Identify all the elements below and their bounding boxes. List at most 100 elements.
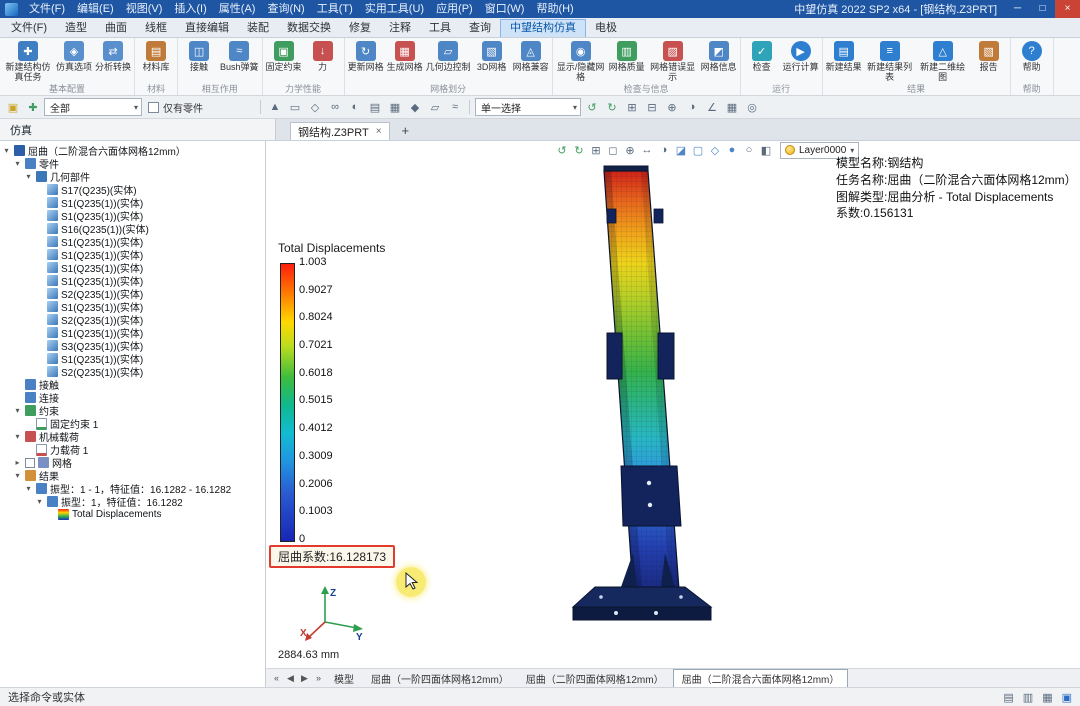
undo-icon[interactable]: ↺ bbox=[583, 99, 601, 115]
view-undo-icon[interactable]: ↺ bbox=[554, 144, 570, 157]
chain-select-icon[interactable]: ∞ bbox=[326, 99, 344, 115]
layer-filter-icon[interactable]: ▤ bbox=[366, 99, 384, 115]
study-tab[interactable]: 屈曲（二阶混合六面体网格12mm） bbox=[673, 669, 849, 688]
first-study-tab-icon[interactable]: « bbox=[270, 673, 283, 683]
tree-row[interactable]: ▾机械载荷 bbox=[0, 430, 265, 443]
ribbon-tab[interactable]: 查询 bbox=[460, 20, 500, 37]
deselect-all-icon[interactable]: ⊟ bbox=[643, 99, 661, 115]
ribbon-button[interactable]: ◩网格信息 bbox=[700, 40, 738, 82]
ribbon-button[interactable]: ◉显示/隐藏网格 bbox=[555, 40, 607, 82]
ribbon-button[interactable]: ▣固定约束 bbox=[265, 40, 303, 82]
close-button[interactable]: × bbox=[1055, 0, 1080, 18]
zoom-in-icon[interactable]: ⊕ bbox=[622, 144, 638, 157]
rotate-view-icon[interactable]: ◑ bbox=[656, 144, 672, 157]
ribbon-button[interactable]: ▶运行计算 bbox=[782, 40, 820, 82]
menu-item[interactable]: 实用工具(U) bbox=[359, 0, 430, 18]
ribbon-button[interactable]: ◬网格兼容 bbox=[512, 40, 550, 82]
app-icon[interactable] bbox=[5, 3, 18, 16]
new-document-tab-button[interactable]: + bbox=[396, 122, 416, 140]
ribbon-button[interactable]: ▨网格错误显示 bbox=[647, 40, 699, 82]
grid-icon[interactable]: ▦ bbox=[723, 99, 741, 115]
ribbon-button[interactable]: ≡新建结果列表 bbox=[864, 40, 916, 82]
zoom-window-icon[interactable]: ◻ bbox=[605, 144, 621, 157]
menu-item[interactable]: 窗口(W) bbox=[479, 0, 531, 18]
ribbon-button[interactable]: ↓力 bbox=[304, 40, 342, 82]
tree-row[interactable]: ▾零件 bbox=[0, 157, 265, 170]
menu-item[interactable]: 插入(I) bbox=[168, 0, 212, 18]
ribbon-tab[interactable]: 修复 bbox=[340, 20, 380, 37]
ribbon-tab[interactable]: 装配 bbox=[238, 20, 278, 37]
ribbon-tab[interactable]: 曲面 bbox=[96, 20, 136, 37]
menu-item[interactable]: 查询(N) bbox=[261, 0, 310, 18]
isometric-view-icon[interactable]: ◇ bbox=[707, 144, 723, 157]
study-tab[interactable]: 屈曲（二阶四面体网格12mm） bbox=[518, 670, 672, 687]
view-settings-icon[interactable]: ▦ bbox=[1042, 691, 1052, 704]
view-cube-icon[interactable]: ◪ bbox=[673, 144, 689, 157]
ribbon-tab[interactable]: 中望结构仿真 bbox=[500, 19, 586, 37]
ribbon-tab[interactable]: 数据交换 bbox=[278, 20, 340, 37]
default-entity-filter-icon[interactable]: ▣ bbox=[4, 99, 22, 115]
ribbon-button[interactable]: ✚新建结构仿真任务 bbox=[2, 40, 54, 82]
last-study-tab-icon[interactable]: » bbox=[312, 673, 325, 683]
study-tab[interactable]: 模型 bbox=[326, 670, 362, 687]
tree-row[interactable]: Total Displacements bbox=[0, 508, 265, 521]
simulation-panel-header[interactable]: 仿真 bbox=[0, 119, 276, 140]
ribbon-tab[interactable]: 直接编辑 bbox=[176, 20, 238, 37]
select-all-icon[interactable]: ⊞ bbox=[623, 99, 641, 115]
study-tab[interactable]: 屈曲（一阶四面体网格12mm） bbox=[363, 670, 517, 687]
tree-row[interactable]: 力载荷 1 bbox=[0, 443, 265, 456]
tree-row[interactable]: ▾约束 bbox=[0, 404, 265, 417]
ribbon-button[interactable]: ↻更新网格 bbox=[347, 40, 385, 82]
viewport[interactable]: ↺↻⊞◻⊕↔◑◪▢◇●○◧ Layer0000 ▾ Total Displace… bbox=[266, 141, 1080, 687]
ribbon-button[interactable]: ▦生成网格 bbox=[386, 40, 424, 82]
document-tab[interactable]: 钢结构.Z3PRT × bbox=[290, 122, 390, 140]
rotate-select-icon[interactable]: ◑ bbox=[683, 99, 701, 115]
ribbon-button[interactable]: ?帮助 bbox=[1013, 40, 1051, 82]
menu-item[interactable]: 编辑(E) bbox=[71, 0, 120, 18]
front-view-icon[interactable]: ▢ bbox=[690, 144, 706, 157]
add-entity-icon[interactable]: ✚ bbox=[24, 99, 42, 115]
menu-item[interactable]: 属性(A) bbox=[213, 0, 262, 18]
ribbon-button[interactable]: ≈Bush弹簧 bbox=[219, 40, 260, 82]
redo-icon[interactable]: ↻ bbox=[603, 99, 621, 115]
tree-row[interactable]: ▾振型：1，特征值：16.1282 bbox=[0, 495, 265, 508]
ribbon-button[interactable]: ✓检查 bbox=[743, 40, 781, 82]
measure-icon[interactable]: ∠ bbox=[703, 99, 721, 115]
menu-item[interactable]: 文件(F) bbox=[23, 0, 71, 18]
ribbon-tab[interactable]: 线框 bbox=[136, 20, 176, 37]
ribbon-tab[interactable]: 电极 bbox=[586, 20, 626, 37]
ribbon-button[interactable]: ◫接触 bbox=[180, 40, 218, 82]
next-study-tab-icon[interactable]: ▶ bbox=[298, 673, 311, 684]
layer-panel-icon[interactable]: ▥ bbox=[1023, 691, 1033, 704]
ribbon-button[interactable]: ⇄分析转换 bbox=[94, 40, 132, 82]
snap-icon[interactable]: ◎ bbox=[743, 99, 761, 115]
history-panel-icon[interactable]: ▤ bbox=[1003, 691, 1013, 704]
type-filter-icon[interactable]: ▦ bbox=[386, 99, 404, 115]
ribbon-button[interactable]: ▧3D网格 bbox=[473, 40, 511, 82]
minimize-button[interactable]: ─ bbox=[1005, 0, 1030, 18]
only-parts-toggle[interactable]: 仅有零件 bbox=[144, 100, 207, 115]
wireframe-display-icon[interactable]: ○ bbox=[741, 144, 757, 157]
view-redo-icon[interactable]: ↻ bbox=[571, 144, 587, 157]
polygon-select-icon[interactable]: ◇ bbox=[306, 99, 324, 115]
ribbon-tab[interactable]: 工具 bbox=[420, 20, 460, 37]
zoom-all-icon[interactable]: ⊞ bbox=[588, 144, 604, 157]
ribbon-button[interactable]: ◈仿真选项 bbox=[55, 40, 93, 82]
zoom-select-icon[interactable]: ⊕ bbox=[663, 99, 681, 115]
menu-item[interactable]: 帮助(H) bbox=[530, 0, 579, 18]
curve-filter-icon[interactable]: ≈ bbox=[446, 99, 464, 115]
shape-filter-icon[interactable]: ◆ bbox=[406, 99, 424, 115]
ribbon-tab[interactable]: 文件(F) bbox=[2, 20, 56, 37]
ribbon-button[interactable]: △新建二维绘图 bbox=[917, 40, 969, 82]
ribbon-button[interactable]: ▤新建结果 bbox=[825, 40, 863, 82]
entity-filter-select[interactable]: 全部▾ bbox=[44, 98, 142, 116]
menu-item[interactable]: 视图(V) bbox=[120, 0, 169, 18]
pan-icon[interactable]: ↔ bbox=[639, 144, 655, 157]
model-3d[interactable] bbox=[561, 161, 751, 641]
plane-filter-icon[interactable]: ▱ bbox=[426, 99, 444, 115]
ribbon-button[interactable]: ▱几何边控制 bbox=[425, 40, 472, 82]
pick-filter-icon[interactable]: ▲ bbox=[266, 99, 284, 115]
shaded-display-icon[interactable]: ● bbox=[724, 144, 740, 157]
maximize-button[interactable]: □ bbox=[1030, 0, 1055, 18]
ribbon-button[interactable]: ▧报告 bbox=[970, 40, 1008, 82]
